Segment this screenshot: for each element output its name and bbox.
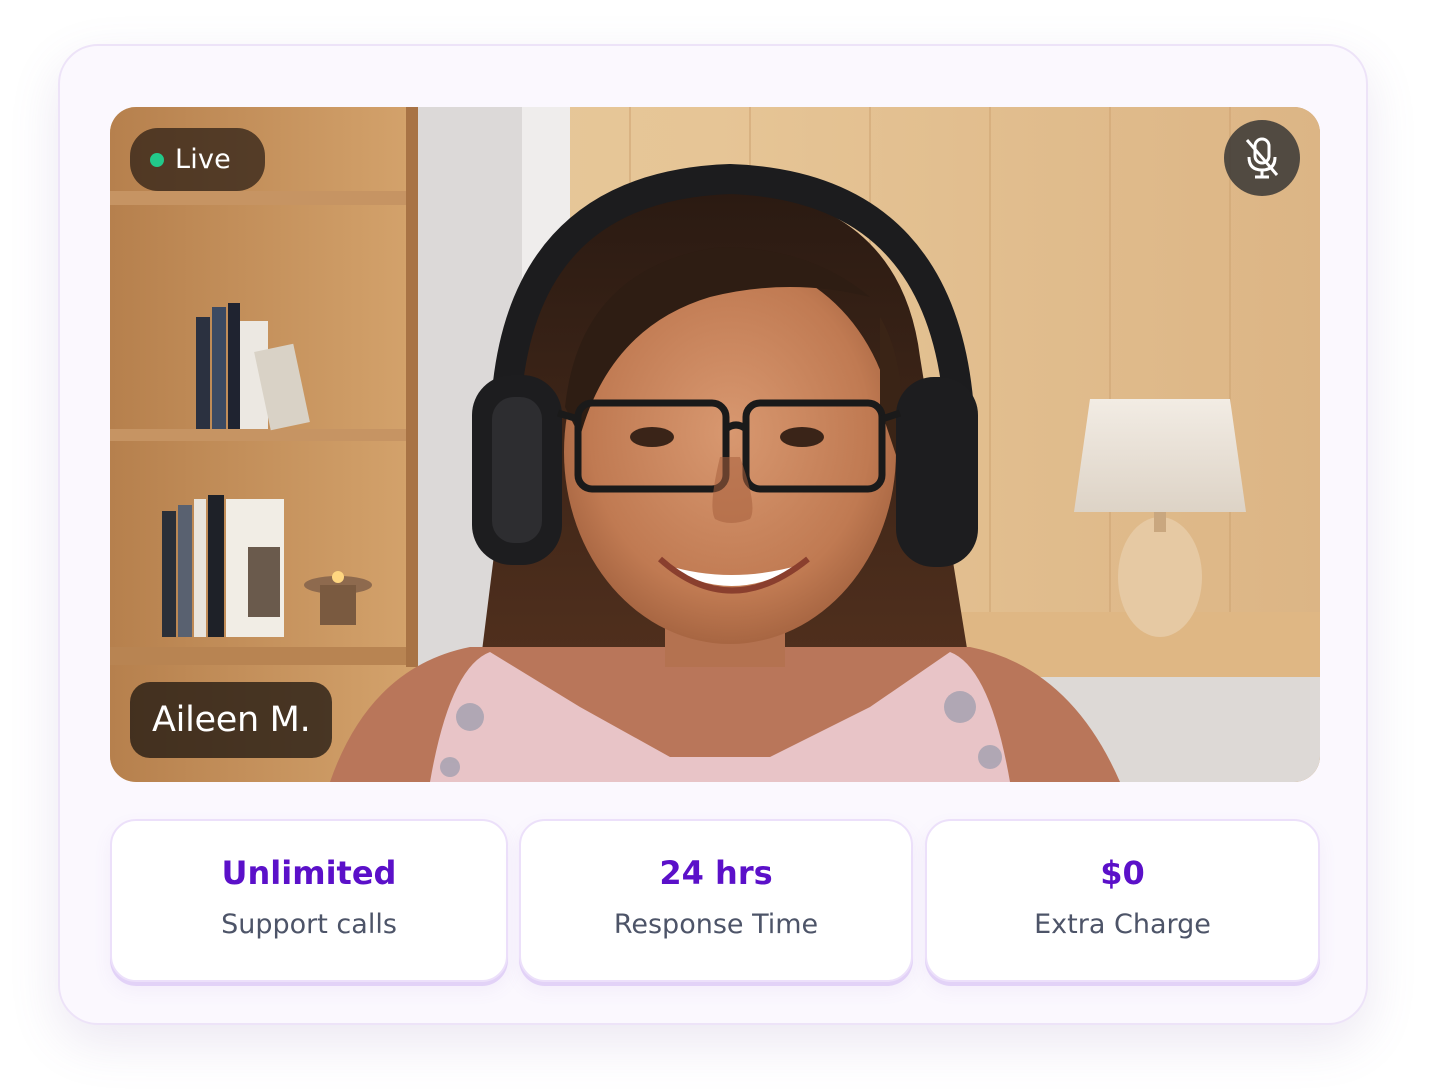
stat-card-support-calls: Unlimited Support calls: [110, 819, 508, 982]
stat-label: Response Time: [613, 908, 819, 940]
support-call-card: Live Aileen M. Unlimited Support calls 2…: [58, 44, 1368, 1025]
stat-card-extra-charge: $0 Extra Charge: [925, 819, 1320, 982]
participant-name-tag: Aileen M.: [130, 682, 333, 758]
video-feed: Live Aileen M.: [110, 107, 1320, 782]
stat-value: 24 hrs: [659, 853, 773, 892]
stat-label: Extra Charge: [1034, 908, 1211, 940]
live-status-dot: [150, 152, 164, 167]
stat-value: Unlimited: [221, 853, 397, 892]
stat-value: $0: [1100, 853, 1145, 892]
mute-toggle-button[interactable]: [1224, 120, 1300, 196]
participant-video-frame: [110, 107, 1320, 782]
live-indicator: Live: [130, 128, 265, 191]
stat-card-response-time: 24 hrs Response Time: [519, 819, 913, 982]
stat-label: Support calls: [221, 908, 397, 940]
stats-row: Unlimited Support calls 24 hrs Response …: [110, 819, 1320, 982]
live-label: Live: [175, 144, 231, 175]
mic-off-icon: [1245, 137, 1279, 179]
participant-name: Aileen M.: [152, 700, 311, 740]
